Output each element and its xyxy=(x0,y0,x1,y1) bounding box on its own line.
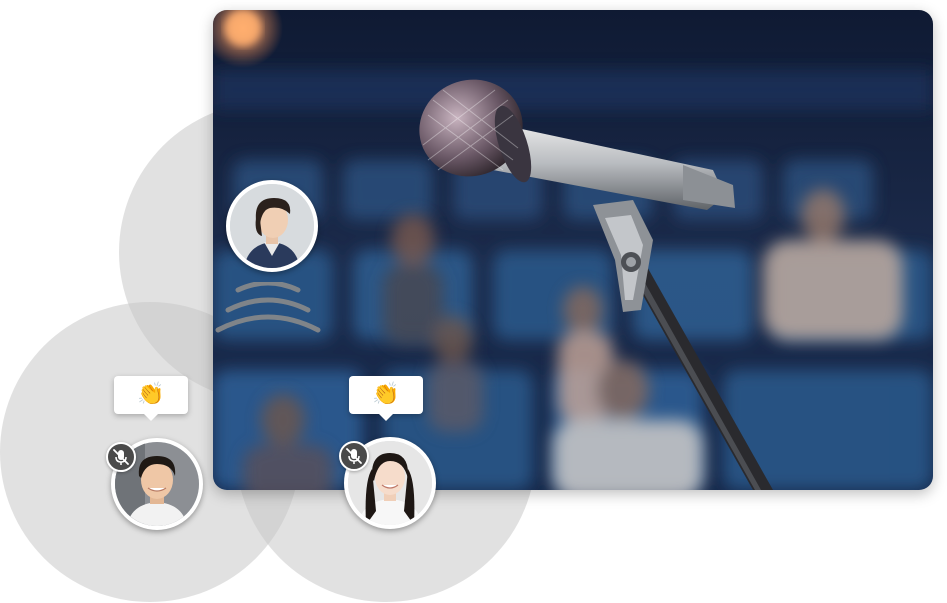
clap-reaction-bubble: 👏 xyxy=(114,376,188,421)
microphone-scene-image xyxy=(213,10,933,490)
clap-icon: 👏 xyxy=(137,382,165,407)
mic-off-badge xyxy=(339,441,369,471)
woman-avatar-icon xyxy=(230,184,314,268)
sound-waves-icon xyxy=(215,282,321,333)
microphone-on-stand-icon xyxy=(213,10,933,490)
clap-icon: 👏 xyxy=(372,382,400,407)
illustration: 👏 👏 xyxy=(0,0,947,603)
mic-off-badge xyxy=(106,442,136,472)
speaker-avatar[interactable] xyxy=(226,180,318,272)
mic-off-icon xyxy=(346,448,362,464)
clap-reaction-bubble: 👏 xyxy=(349,376,423,421)
mic-off-icon xyxy=(113,449,129,465)
